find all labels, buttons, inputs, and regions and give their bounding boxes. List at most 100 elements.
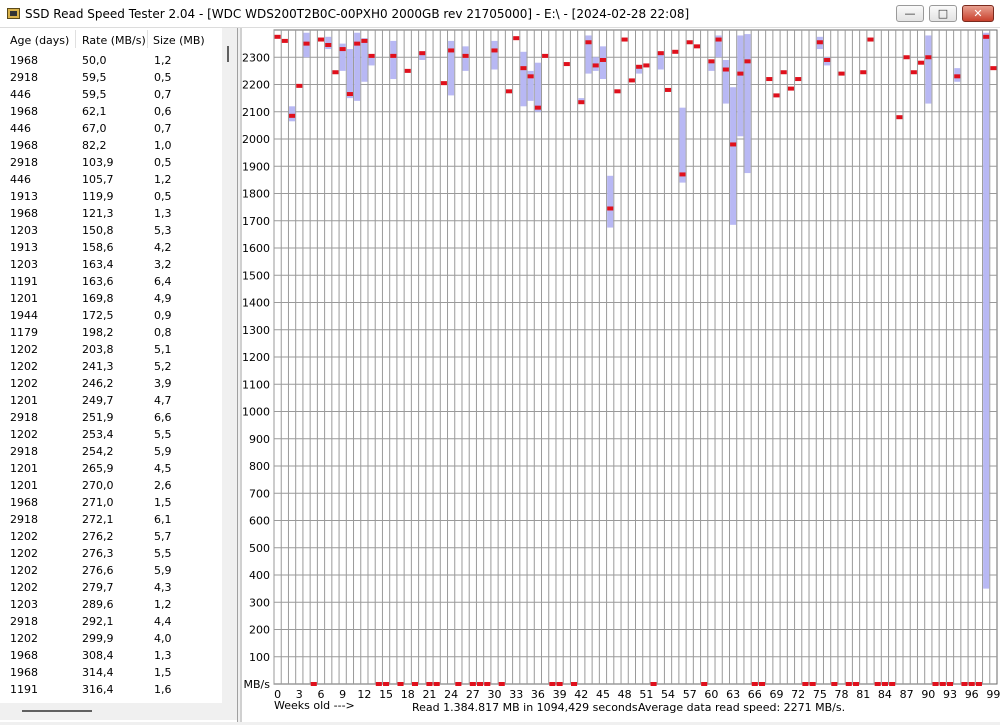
- age-cell: 446: [10, 122, 31, 135]
- avg-marker: [346, 92, 353, 97]
- rate-cell: 119,9: [82, 190, 114, 203]
- table-row[interactable]: 2918 254,2 5,9: [0, 442, 222, 459]
- size-cell: 0,6: [154, 105, 172, 118]
- horizontal-scroll-thumb[interactable]: [22, 710, 92, 712]
- x-tick-label: 21: [422, 688, 436, 701]
- table-row[interactable]: 1944 172,5 0,9: [0, 306, 222, 323]
- table-row[interactable]: 1202 276,2 5,7: [0, 527, 222, 544]
- rate-cell: 203,8: [82, 343, 114, 356]
- x-tick-label: 60: [704, 688, 718, 701]
- table-row[interactable]: 1201 249,7 4,7: [0, 391, 222, 408]
- age-cell: 1201: [10, 462, 38, 475]
- avg-marker: [946, 682, 954, 686]
- table-row[interactable]: 1968 121,3 1,3: [0, 204, 222, 221]
- avg-marker: [903, 55, 910, 60]
- column-header-rate[interactable]: Rate (MB/s): [82, 34, 146, 47]
- maximize-button[interactable]: □: [929, 5, 957, 22]
- avg-marker: [628, 78, 635, 83]
- table-row[interactable]: 1202 299,9 4,0: [0, 629, 222, 646]
- age-cell: 1202: [10, 530, 38, 543]
- table-row[interactable]: 1968 314,4 1,5: [0, 663, 222, 680]
- avg-marker: [455, 682, 462, 686]
- table-row[interactable]: 2918 103,9 0,5: [0, 153, 222, 170]
- avg-marker: [426, 682, 433, 686]
- y-tick-label: 400: [249, 569, 270, 582]
- table-row[interactable]: 1968 50,0 1,2: [0, 51, 222, 68]
- table-row[interactable]: 1202 279,7 4,3: [0, 578, 222, 595]
- table-row[interactable]: 1202 253,4 5,5: [0, 425, 222, 442]
- column-header-size[interactable]: Size (MB): [153, 34, 205, 47]
- minimize-button[interactable]: —: [896, 5, 924, 22]
- avg-marker: [983, 34, 990, 39]
- table-row[interactable]: 2918 59,5 0,5: [0, 68, 222, 85]
- table-row[interactable]: 2918 272,1 6,1: [0, 510, 222, 527]
- avg-marker: [477, 682, 484, 686]
- horizontal-scrollbar[interactable]: [0, 703, 237, 720]
- y-tick-label: 1500: [242, 269, 270, 282]
- table-row[interactable]: 1968 308,4 1,3: [0, 646, 222, 663]
- rate-cell: 276,3: [82, 547, 114, 560]
- avg-marker: [411, 682, 419, 686]
- table-row[interactable]: 1202 241,3 5,2: [0, 357, 222, 374]
- table-row[interactable]: 2918 292,1 4,4: [0, 612, 222, 629]
- rate-cell: 50,0: [82, 54, 107, 67]
- table-row[interactable]: 1968 62,1 0,6: [0, 102, 222, 119]
- avg-marker: [520, 66, 527, 71]
- table-row[interactable]: 1202 276,6 5,9: [0, 561, 222, 578]
- age-cell: 2918: [10, 615, 38, 628]
- range-band: [599, 46, 607, 80]
- table-row[interactable]: 1179 198,2 0,8: [0, 323, 222, 340]
- table-row[interactable]: 1191 163,6 6,4: [0, 272, 222, 289]
- age-cell: 1968: [10, 139, 38, 152]
- table-row[interactable]: 446 67,0 0,7: [0, 119, 222, 136]
- table-row[interactable]: 1203 150,8 5,3: [0, 221, 222, 238]
- rate-cell: 253,4: [82, 428, 114, 441]
- range-band: [607, 175, 614, 228]
- table-row[interactable]: 1968 271,0 1,5: [0, 493, 222, 510]
- table-row[interactable]: 1203 163,4 3,2: [0, 255, 222, 272]
- table-row[interactable]: 1202 246,2 3,9: [0, 374, 222, 391]
- rate-cell: 103,9: [82, 156, 114, 169]
- range-band: [361, 38, 368, 82]
- table-row[interactable]: 2918 251,9 6,6: [0, 408, 222, 425]
- avg-marker: [390, 53, 397, 58]
- rate-cell: 82,2: [82, 139, 107, 152]
- rate-cell: 241,3: [82, 360, 114, 373]
- rate-cell: 59,5: [82, 88, 107, 101]
- avg-marker: [484, 682, 491, 686]
- table-row[interactable]: 1968 82,2 1,0: [0, 136, 222, 153]
- table-row[interactable]: 1202 276,3 5,5: [0, 544, 222, 561]
- range-band: [462, 46, 469, 71]
- x-tick-label: 51: [639, 688, 653, 701]
- rate-cell: 105,7: [82, 173, 114, 186]
- avg-marker: [867, 37, 874, 42]
- table-row[interactable]: 446 59,5 0,7: [0, 85, 222, 102]
- avg-marker: [354, 41, 361, 46]
- column-header-age[interactable]: Age (days): [10, 34, 69, 47]
- x-tick-label: 24: [444, 688, 458, 701]
- size-cell: 5,5: [154, 547, 172, 560]
- table-row[interactable]: 1913 158,6 4,2: [0, 238, 222, 255]
- file-list[interactable]: 1968 50,0 1,2 2918 59,5 0,5 446 59,5 0,7 1968 62,1…: [0, 51, 222, 697]
- y-tick-label: 500: [249, 542, 270, 555]
- table-row[interactable]: 1201 270,0 2,6: [0, 476, 222, 493]
- table-row[interactable]: 1191 316,4 1,6: [0, 680, 222, 697]
- vertical-scrollbar[interactable]: [222, 28, 237, 703]
- rate-cell: 314,4: [82, 666, 114, 679]
- range-band: [520, 51, 527, 107]
- table-row[interactable]: 1201 265,9 4,5: [0, 459, 222, 476]
- avg-marker: [802, 682, 809, 686]
- list-header: Age (days) Rate (MB/s) Size (MB): [0, 28, 220, 50]
- table-row[interactable]: 1201 169,8 4,9: [0, 289, 222, 306]
- avg-marker: [592, 63, 599, 68]
- avg-marker: [650, 682, 657, 686]
- y-tick-label: 1000: [242, 406, 270, 419]
- close-button[interactable]: ✕: [962, 5, 994, 22]
- table-row[interactable]: 1203 289,6 1,2: [0, 595, 222, 612]
- table-row[interactable]: 1913 119,9 0,5: [0, 187, 222, 204]
- table-row[interactable]: 446 105,7 1,2: [0, 170, 222, 187]
- file-list-panel: Age (days) Rate (MB/s) Size (MB) 1968 50,…: [0, 28, 238, 722]
- vertical-scroll-thumb[interactable]: [227, 46, 229, 62]
- avg-marker: [571, 682, 578, 686]
- table-row[interactable]: 1202 203,8 5,1: [0, 340, 222, 357]
